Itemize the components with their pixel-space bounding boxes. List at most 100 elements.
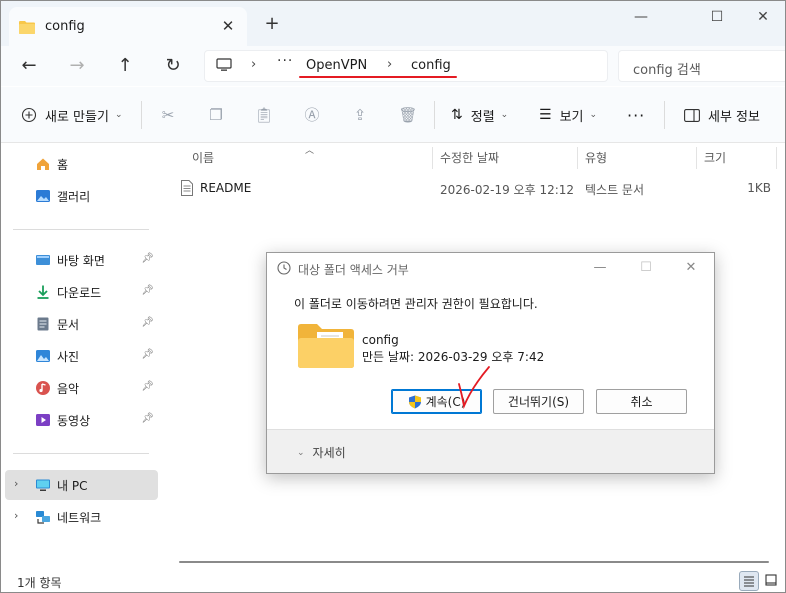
tiles-view-button[interactable] [762, 571, 782, 591]
sidebar-item-label: 문서 [57, 318, 80, 332]
sidebar-item-this-pc[interactable]: › 내 PC [5, 470, 158, 500]
chevron-down-icon: ⌄ [589, 110, 598, 120]
documents-icon [37, 317, 49, 331]
chevron-right-icon[interactable]: › [14, 477, 18, 490]
rename-icon[interactable]: Ⓐ [302, 105, 322, 125]
breadcrumb-separator: › [251, 57, 257, 72]
share-icon[interactable]: ⇪ [350, 105, 370, 125]
command-bar: 새로 만들기 ⌄ ✂ ❐ 📋︎ Ⓐ ⇪ 🗑︎ ⇅ 정렬 ⌄ ☰ 보기 ⌄ ···… [1, 87, 785, 143]
more-details-toggle[interactable]: ⌄ 자세히 [297, 444, 346, 461]
tab-config[interactable]: config ✕ [9, 7, 247, 46]
pin-icon[interactable]: 📌︎ [141, 413, 154, 424]
up-button[interactable]: ↑ [112, 54, 138, 78]
details-pane-button[interactable]: 세부 정보 [684, 103, 760, 127]
details-pane-icon [684, 108, 700, 122]
sidebar-item-label: 음악 [57, 382, 80, 396]
sidebar-item-documents[interactable]: 문서 📌︎ [5, 309, 158, 339]
paste-icon[interactable]: 📋︎ [254, 105, 274, 125]
sidebar-item-desktop[interactable]: 바탕 화면 📌︎ [5, 245, 158, 275]
file-type: 텍스트 문서 [585, 183, 645, 197]
new-button[interactable]: 새로 만들기 ⌄ [21, 103, 122, 127]
breadcrumb-openvpn[interactable]: OpenVPN [306, 58, 367, 73]
sidebar-item-label: 바탕 화면 [57, 254, 105, 268]
column-header-size[interactable]: 크기 [704, 149, 726, 166]
dialog-titlebar: 대상 폴더 액세스 거부 — ☐ ✕ [267, 253, 714, 283]
sort-button[interactable]: ⇅ 정렬 ⌄ [451, 103, 508, 127]
delete-icon[interactable]: 🗑︎ [398, 105, 418, 125]
dialog-folder-name: config [362, 333, 399, 347]
column-header-modified[interactable]: 수정한 날짜 [440, 149, 499, 166]
dialog-minimize-button[interactable]: — [585, 258, 615, 278]
sidebar-item-videos[interactable]: 동영상 📌︎ [5, 405, 158, 435]
sidebar-item-network[interactable]: › 네트워크 [5, 502, 158, 532]
sidebar-item-downloads[interactable]: 다운로드 📌︎ [5, 277, 158, 307]
sidebar-item-label: 다운로드 [57, 286, 102, 300]
pin-icon[interactable]: 📌︎ [141, 349, 154, 360]
close-window-button[interactable]: ✕ [743, 5, 783, 29]
column-divider[interactable] [696, 147, 697, 169]
sidebar-item-label: 홈 [57, 158, 69, 172]
uac-shield-icon [408, 395, 421, 408]
new-tab-button[interactable]: + [262, 14, 282, 34]
view-button-label: 보기 [559, 109, 584, 125]
search-box[interactable]: config 검색 [618, 50, 785, 82]
pin-icon[interactable]: 📌︎ [141, 381, 154, 392]
forward-button[interactable]: → [64, 54, 90, 78]
home-icon [37, 158, 49, 170]
tiles-view-icon [765, 574, 777, 586]
more-options-button[interactable]: ··· [627, 103, 645, 127]
details-view-button[interactable] [739, 571, 759, 591]
computer-icon [216, 58, 232, 71]
download-icon [37, 285, 49, 299]
skip-button[interactable]: 건너뛰기(S) [493, 389, 584, 414]
dialog-close-button[interactable]: ✕ [676, 258, 706, 278]
sidebar-item-music[interactable]: 음악 📌︎ [5, 373, 158, 403]
refresh-button[interactable]: ↻ [160, 54, 186, 78]
copy-icon[interactable]: ❐ [206, 105, 226, 125]
pin-icon[interactable]: 📌︎ [141, 253, 154, 264]
dialog-maximize-button: ☐ [640, 260, 652, 275]
maximize-button[interactable]: ☐ [697, 5, 737, 29]
pin-icon[interactable]: 📌︎ [141, 317, 154, 328]
pin-icon[interactable]: 📌︎ [141, 285, 154, 296]
column-header-name[interactable]: 이름 [192, 149, 214, 166]
chevron-right-icon[interactable]: › [14, 509, 18, 522]
tab-title: config [45, 19, 85, 34]
column-divider[interactable] [432, 147, 433, 169]
computer-icon [36, 479, 50, 491]
gallery-icon [36, 190, 50, 202]
sidebar-item-label: 갤러리 [57, 190, 91, 204]
cut-icon[interactable]: ✂ [158, 105, 178, 125]
file-modified: 2026-02-19 오후 12:12 [440, 183, 575, 197]
column-divider[interactable] [776, 147, 777, 169]
clock-icon [277, 261, 291, 275]
sidebar-item-pictures[interactable]: 사진 📌︎ [5, 341, 158, 371]
breadcrumb-separator: › [387, 57, 393, 72]
access-denied-dialog: 대상 폴더 액세스 거부 — ☐ ✕ 이 폴더로 이동하려면 관리자 권한이 필… [266, 252, 715, 474]
breadcrumb-overflow-button[interactable]: ··· [277, 53, 293, 69]
file-name: README [200, 181, 252, 195]
text-file-icon [181, 180, 193, 196]
sidebar-item-label: 내 PC [57, 479, 88, 493]
annotation-checkmark [458, 366, 490, 409]
chevron-down-icon: ⌄ [297, 447, 305, 458]
column-divider[interactable] [577, 147, 578, 169]
close-tab-icon[interactable]: ✕ [219, 17, 237, 35]
pictures-icon [36, 350, 50, 362]
network-icon [36, 511, 50, 524]
details-view-icon [744, 576, 754, 587]
desktop-icon [36, 255, 50, 265]
address-row: ← → ↑ ↻ › ··· OpenVPN › config config 검색 [1, 46, 785, 86]
view-button[interactable]: ☰ 보기 ⌄ [539, 103, 597, 127]
back-button[interactable]: ← [16, 54, 42, 78]
column-header-type[interactable]: 유형 [585, 149, 607, 166]
dialog-folder-date: 만든 날짜: 2026-03-29 오후 7:42 [362, 350, 545, 364]
minimize-button[interactable]: — [621, 5, 661, 29]
sidebar-item-gallery[interactable]: 갤러리 [5, 181, 158, 211]
sidebar-item-home[interactable]: 홈 [5, 149, 158, 179]
search-placeholder: config 검색 [633, 63, 701, 78]
cancel-button[interactable]: 취소 [596, 389, 687, 414]
horizontal-scrollbar[interactable] [179, 561, 769, 563]
breadcrumb-config[interactable]: config [411, 58, 451, 73]
table-row[interactable]: README 2026-02-19 오후 12:12 텍스트 문서 1KB [175, 177, 771, 199]
